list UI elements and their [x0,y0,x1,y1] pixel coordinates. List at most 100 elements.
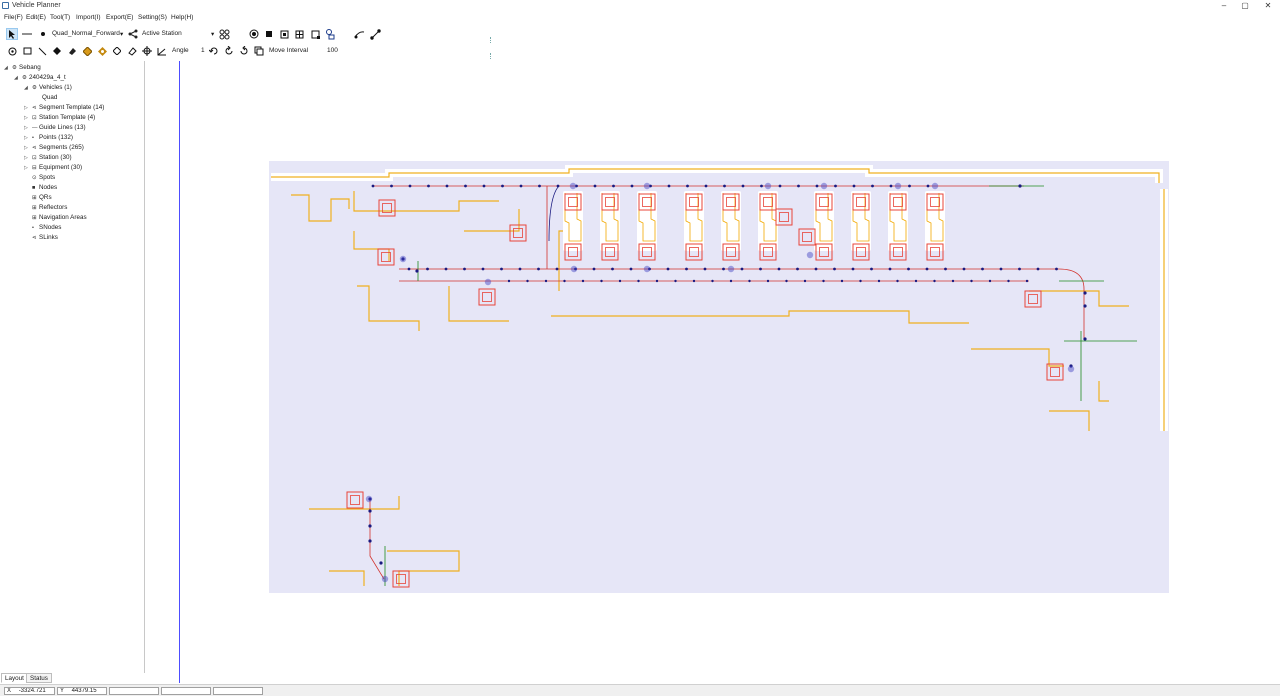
tree-item[interactable]: ▷ ⋖ Segment Template (14) [24,103,104,113]
collapsed-arrow-icon[interactable]: ▷ [24,153,32,163]
node-dot [1018,267,1021,271]
link-tool-button[interactable] [353,28,365,40]
expanded-arrow-icon[interactable]: ◢ [4,63,12,73]
node-dot [1036,267,1040,271]
tab-layout[interactable]: Layout [1,673,28,683]
collapsed-arrow-icon[interactable]: ▷ [24,123,32,133]
node-dot [518,267,522,271]
square-tool-button[interactable] [263,28,275,40]
fill-diamond-icon [82,46,92,56]
rotate-tool-button[interactable] [208,45,220,57]
outline-diamond-button[interactable] [111,45,123,57]
tree-item[interactable]: ▷ ⊟ Equipment (30) [24,163,82,173]
expanded-arrow-icon[interactable]: ◢ [14,73,22,83]
tree-item[interactable]: ▷ ⊡ Station (30) [24,153,72,163]
menu-export[interactable]: Export(E) [106,14,133,21]
group-tool-button[interactable] [218,28,230,40]
node-dot [368,539,372,543]
copy-tool-button[interactable] [253,45,265,57]
tree-item[interactable]: • SNodes [24,223,61,233]
menu-help[interactable]: Help(H) [171,14,193,21]
diamond-tool-button[interactable] [51,45,63,57]
tree-item[interactable]: ⋖ SLinks [24,233,58,243]
tree-item[interactable]: ⊞ Reflectors [24,203,67,213]
station-dropdown-arrow[interactable]: ▾ [211,30,214,38]
fill-tool-button[interactable] [81,45,93,57]
toolbar-grip-2[interactable] [490,53,494,59]
vehicle-halo [727,265,735,273]
collapsed-arrow-icon[interactable]: ▷ [24,133,32,143]
station-tool-button[interactable] [127,28,139,40]
crosshair-icon [142,46,152,56]
line-tool-button[interactable] [21,28,33,40]
rect-select-button[interactable] [21,45,33,57]
target-tool-button[interactable] [248,28,260,40]
y-label: Y [60,688,64,694]
edit-toolbar: Angle 1 Move Interval 100 [0,43,500,59]
move-interval-value[interactable]: 100 [327,47,338,54]
tree-item[interactable]: ⊞ QRs [24,193,52,203]
vehicle-halo [806,251,814,259]
menu-setting[interactable]: Setting(S) [138,14,167,21]
share-nodes-icon [128,29,138,39]
layout-map[interactable] [269,161,1169,593]
maximize-button[interactable]: ▢ [1233,0,1257,12]
menu-import[interactable]: Import(I) [76,14,101,21]
eraser-tool-button[interactable] [66,45,78,57]
angle-value[interactable]: 1 [201,47,205,54]
collapsed-arrow-icon[interactable]: ▷ [24,113,32,123]
rotate-ccw-button[interactable] [223,45,235,57]
stamp-tool-button[interactable] [96,45,108,57]
node-dot [711,279,714,283]
tree-item[interactable]: ▷ — Guide Lines (13) [24,123,86,133]
tree-item[interactable]: ▷ ⋖ Segments (265) [24,143,84,153]
tree-item[interactable]: ■ Nodes [24,183,57,193]
connect-tool-button[interactable] [369,28,381,40]
center-tool-button[interactable] [6,45,18,57]
vehicle-dropdown-arrow[interactable]: ▾ [120,30,123,38]
tree-item[interactable]: Quad [34,93,57,103]
node-dot [760,184,763,188]
node-dot [390,184,393,188]
x-label: X [7,688,12,694]
move-tool-button[interactable] [141,45,153,57]
tree-item[interactable]: ◢ ⚙ Vehicles (1) [24,83,72,93]
point-tool-button[interactable] [37,28,49,40]
tree-item[interactable]: ◢ ⚙ Sebang [4,63,41,73]
angle-tool-button[interactable] [156,45,168,57]
menu-edit[interactable]: Edit(E) [26,14,46,21]
rotate-cw-button[interactable] [238,45,250,57]
clear-tool-button[interactable] [126,45,138,57]
node-dot [833,267,836,271]
tree-item[interactable]: ▷ • Points (132) [24,133,73,143]
diagonal-line-icon [38,47,46,55]
tree-item-label: SNodes [39,224,62,231]
station-select[interactable]: Active Station [142,30,182,37]
tree-item[interactable]: ◢ ⚙ 240429a_4_t [14,73,66,83]
collapsed-arrow-icon[interactable]: ▷ [24,143,32,153]
frame-tool-button[interactable] [278,28,290,40]
tree-item[interactable]: ⊞ Navigation Areas [24,213,87,223]
menu-file[interactable]: File(F) [4,14,23,21]
tree-item[interactable]: ▷ ⊡ Station Template (4) [24,113,95,123]
node-dot [1055,267,1058,271]
collapsed-arrow-icon[interactable]: ▷ [24,163,32,173]
tree-item[interactable]: ⊙ Spots [24,173,55,183]
collapsed-arrow-icon[interactable]: ▷ [24,103,32,113]
diagonal-tool-button[interactable] [36,45,48,57]
map-icon: ⚙ [22,75,27,81]
area-tool-button[interactable] [309,28,321,40]
tab-status[interactable]: Status [26,673,52,683]
menu-tool[interactable]: Tool(T) [50,14,70,21]
node-dot [926,184,930,188]
select-tool-button[interactable] [6,28,18,40]
close-button[interactable]: ✕ [1256,0,1280,12]
node-dot [933,279,936,283]
vehicle-select[interactable]: Quad_Normal_Forward [52,30,120,37]
project-tree-panel: ◢ ⚙ Sebang ◢ ⚙ 240429a_4_t ◢ ⚙ Vehicles (1) Quad ▷… [0,61,145,673]
outline-diamond-icon [113,47,121,55]
qr-tool-button[interactable] [324,28,336,40]
shelf-pillar [721,191,741,251]
grid-tool-button[interactable] [293,28,305,40]
expanded-arrow-icon[interactable]: ◢ [24,83,32,93]
